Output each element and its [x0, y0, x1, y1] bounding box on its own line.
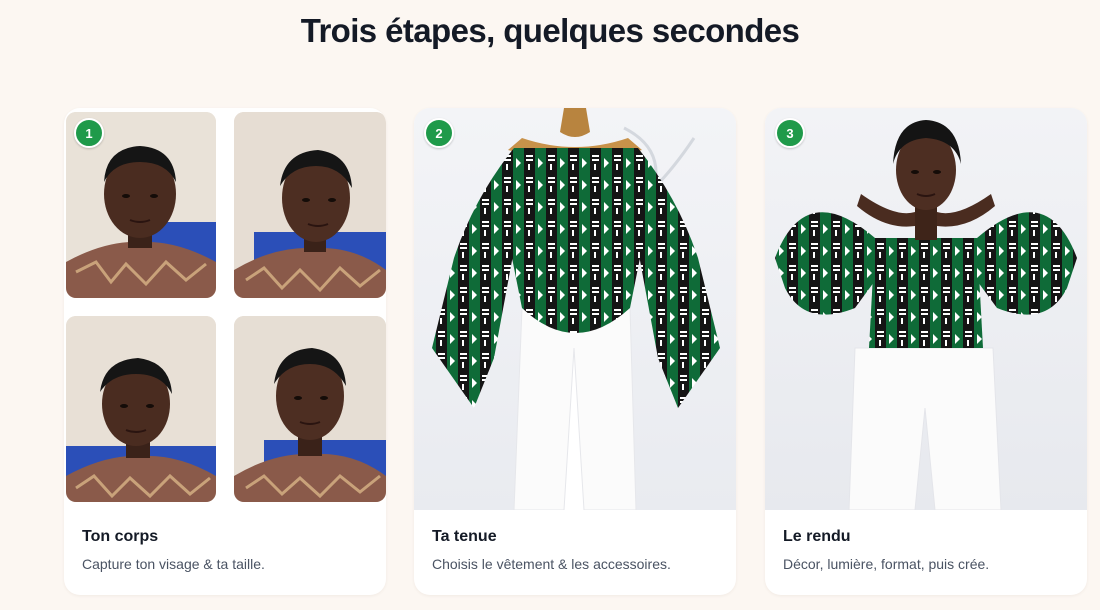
- step-title: Ton corps: [82, 528, 159, 545]
- outfit-photo: [414, 108, 736, 510]
- step-title: Ta tenue: [432, 528, 497, 545]
- face-photo-left: [234, 112, 386, 298]
- step-description: Décor, lumière, format, puis crée.: [783, 556, 990, 572]
- step-card-render: 3 Le rendu Décor, lumière, format, puis …: [765, 108, 1087, 595]
- step-description: Capture ton visage & ta taille.: [82, 556, 265, 572]
- step-title: Le rendu: [783, 528, 851, 545]
- body-capture-grid: [64, 108, 386, 510]
- step-description: Choisis le vêtement & les accessoires.: [432, 556, 671, 572]
- face-photo-tilt: [234, 316, 386, 502]
- render-photo: [765, 108, 1087, 510]
- step-number-badge: 1: [74, 118, 104, 148]
- face-photo-right: [66, 316, 216, 502]
- step-card-outfit: 2 Ta tenue Choisis le vêtement & les acc…: [414, 108, 736, 595]
- step-number-badge: 3: [775, 118, 805, 148]
- section-title: Trois étapes, quelques secondes: [300, 12, 800, 49]
- step-number-badge: 2: [424, 118, 454, 148]
- step-card-body: 1 Ton corps Capture ton visage & ta tail…: [64, 108, 386, 595]
